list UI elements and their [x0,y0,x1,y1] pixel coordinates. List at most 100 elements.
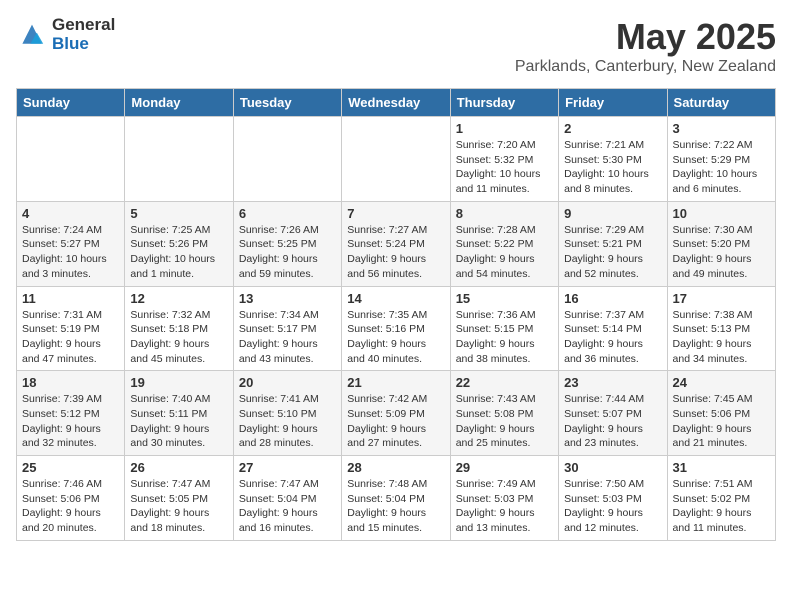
header: General Blue May 2025 Parklands, Canterb… [16,16,776,76]
day-info: Sunrise: 7:22 AM Sunset: 5:29 PM Dayligh… [673,138,770,197]
col-header-saturday: Saturday [667,89,775,117]
calendar-cell: 1 Sunrise: 7:20 AM Sunset: 5:32 PM Daylig… [450,117,558,202]
calendar-cell: 20Sunrise: 7:41 AM Sunset: 5:10 PM Dayli… [233,371,341,456]
calendar: SundayMondayTuesdayWednesdayThursdayFrid… [16,88,776,541]
day-info: Sunrise: 7:20 AM Sunset: 5:32 PM Dayligh… [456,138,553,197]
day-number: 4 [22,206,119,221]
day-info: Sunrise: 7:30 AM Sunset: 5:20 PM Dayligh… [673,223,770,282]
calendar-cell: 26Sunrise: 7:47 AM Sunset: 5:05 PM Dayli… [125,456,233,541]
day-number: 11 [22,291,119,306]
calendar-row-1: 4 Sunrise: 7:24 AM Sunset: 5:27 PM Daylig… [17,201,776,286]
calendar-cell: 24 Sunrise: 7:45 AM Sunset: 5:06 PM Dayli… [667,371,775,456]
day-info: Sunrise: 7:29 AM Sunset: 5:21 PM Dayligh… [564,223,661,282]
day-info: Sunrise: 7:49 AM Sunset: 5:03 PM Dayligh… [456,477,553,536]
day-number: 16 [564,291,661,306]
calendar-cell: 5Sunrise: 7:25 AM Sunset: 5:26 PM Daylig… [125,201,233,286]
calendar-cell: 16 Sunrise: 7:37 AM Sunset: 5:14 PM Dayli… [559,286,667,371]
day-number: 3 [673,121,770,136]
day-number: 10 [673,206,770,221]
day-info: Sunrise: 7:50 AM Sunset: 5:03 PM Dayligh… [564,477,661,536]
calendar-cell: 2 Sunrise: 7:21 AM Sunset: 5:30 PM Daylig… [559,117,667,202]
calendar-cell: 13 Sunrise: 7:34 AM Sunset: 5:17 PM Dayli… [233,286,341,371]
day-info: Sunrise: 7:32 AM Sunset: 5:18 PM Dayligh… [130,308,227,367]
calendar-cell [17,117,125,202]
day-info: Sunrise: 7:25 AM Sunset: 5:26 PM Dayligh… [130,223,227,282]
day-info: Sunrise: 7:47 AM Sunset: 5:04 PM Dayligh… [239,477,336,536]
calendar-cell: 28 Sunrise: 7:48 AM Sunset: 5:04 PM Dayli… [342,456,450,541]
day-info: Sunrise: 7:24 AM Sunset: 5:27 PM Dayligh… [22,223,119,282]
day-info: Sunrise: 7:42 AM Sunset: 5:09 PM Dayligh… [347,392,444,451]
day-number: 6 [239,206,336,221]
day-info: Sunrise: 7:21 AM Sunset: 5:30 PM Dayligh… [564,138,661,197]
day-info: Sunrise: 7:40 AM Sunset: 5:11 PM Dayligh… [130,392,227,451]
logo-icon [16,21,48,49]
calendar-cell [125,117,233,202]
calendar-cell: 27 Sunrise: 7:47 AM Sunset: 5:04 PM Dayli… [233,456,341,541]
day-number: 21 [347,375,444,390]
day-number: 2 [564,121,661,136]
day-number: 18 [22,375,119,390]
day-info: Sunrise: 7:28 AM Sunset: 5:22 PM Dayligh… [456,223,553,282]
day-number: 1 [456,121,553,136]
calendar-cell: 7Sunrise: 7:27 AM Sunset: 5:24 PM Daylig… [342,201,450,286]
day-number: 30 [564,460,661,475]
day-number: 8 [456,206,553,221]
calendar-cell: 31 Sunrise: 7:51 AM Sunset: 5:02 PM Dayli… [667,456,775,541]
day-number: 31 [673,460,770,475]
day-number: 17 [673,291,770,306]
day-number: 27 [239,460,336,475]
day-number: 19 [130,375,227,390]
calendar-cell [342,117,450,202]
day-number: 9 [564,206,661,221]
title-section: May 2025 Parklands, Canterbury, New Zeal… [515,16,776,76]
day-info: Sunrise: 7:35 AM Sunset: 5:16 PM Dayligh… [347,308,444,367]
calendar-cell: 14Sunrise: 7:35 AM Sunset: 5:16 PM Dayli… [342,286,450,371]
main-title: May 2025 [515,16,776,58]
day-number: 24 [673,375,770,390]
day-number: 29 [456,460,553,475]
calendar-header-row: SundayMondayTuesdayWednesdayThursdayFrid… [17,89,776,117]
day-number: 25 [22,460,119,475]
day-info: Sunrise: 7:45 AM Sunset: 5:06 PM Dayligh… [673,392,770,451]
calendar-cell: 21 Sunrise: 7:42 AM Sunset: 5:09 PM Dayli… [342,371,450,456]
calendar-cell: 25Sunrise: 7:46 AM Sunset: 5:06 PM Dayli… [17,456,125,541]
calendar-cell: 9 Sunrise: 7:29 AM Sunset: 5:21 PM Daylig… [559,201,667,286]
logo-general: General [52,16,115,35]
calendar-cell: 22Sunrise: 7:43 AM Sunset: 5:08 PM Dayli… [450,371,558,456]
calendar-cell: 15Sunrise: 7:36 AM Sunset: 5:15 PM Dayli… [450,286,558,371]
day-info: Sunrise: 7:48 AM Sunset: 5:04 PM Dayligh… [347,477,444,536]
calendar-row-3: 18 Sunrise: 7:39 AM Sunset: 5:12 PM Dayli… [17,371,776,456]
col-header-thursday: Thursday [450,89,558,117]
day-info: Sunrise: 7:38 AM Sunset: 5:13 PM Dayligh… [673,308,770,367]
calendar-cell: 8 Sunrise: 7:28 AM Sunset: 5:22 PM Daylig… [450,201,558,286]
day-number: 15 [456,291,553,306]
day-info: Sunrise: 7:39 AM Sunset: 5:12 PM Dayligh… [22,392,119,451]
subtitle: Parklands, Canterbury, New Zealand [515,58,776,76]
calendar-cell: 4 Sunrise: 7:24 AM Sunset: 5:27 PM Daylig… [17,201,125,286]
logo: General Blue [16,16,115,53]
calendar-cell: 10 Sunrise: 7:30 AM Sunset: 5:20 PM Dayli… [667,201,775,286]
day-info: Sunrise: 7:44 AM Sunset: 5:07 PM Dayligh… [564,392,661,451]
day-number: 13 [239,291,336,306]
logo-blue: Blue [52,35,115,54]
calendar-cell: 30 Sunrise: 7:50 AM Sunset: 5:03 PM Dayli… [559,456,667,541]
col-header-sunday: Sunday [17,89,125,117]
col-header-monday: Monday [125,89,233,117]
day-info: Sunrise: 7:43 AM Sunset: 5:08 PM Dayligh… [456,392,553,451]
col-header-tuesday: Tuesday [233,89,341,117]
day-number: 12 [130,291,227,306]
day-info: Sunrise: 7:51 AM Sunset: 5:02 PM Dayligh… [673,477,770,536]
day-number: 28 [347,460,444,475]
calendar-cell: 19 Sunrise: 7:40 AM Sunset: 5:11 PM Dayli… [125,371,233,456]
day-number: 26 [130,460,227,475]
calendar-cell: 11 Sunrise: 7:31 AM Sunset: 5:19 PM Dayli… [17,286,125,371]
calendar-cell: 17 Sunrise: 7:38 AM Sunset: 5:13 PM Dayli… [667,286,775,371]
day-info: Sunrise: 7:41 AM Sunset: 5:10 PM Dayligh… [239,392,336,451]
day-info: Sunrise: 7:37 AM Sunset: 5:14 PM Dayligh… [564,308,661,367]
day-info: Sunrise: 7:27 AM Sunset: 5:24 PM Dayligh… [347,223,444,282]
day-info: Sunrise: 7:34 AM Sunset: 5:17 PM Dayligh… [239,308,336,367]
logo-text: General Blue [52,16,115,53]
col-header-friday: Friday [559,89,667,117]
day-info: Sunrise: 7:31 AM Sunset: 5:19 PM Dayligh… [22,308,119,367]
calendar-cell [233,117,341,202]
